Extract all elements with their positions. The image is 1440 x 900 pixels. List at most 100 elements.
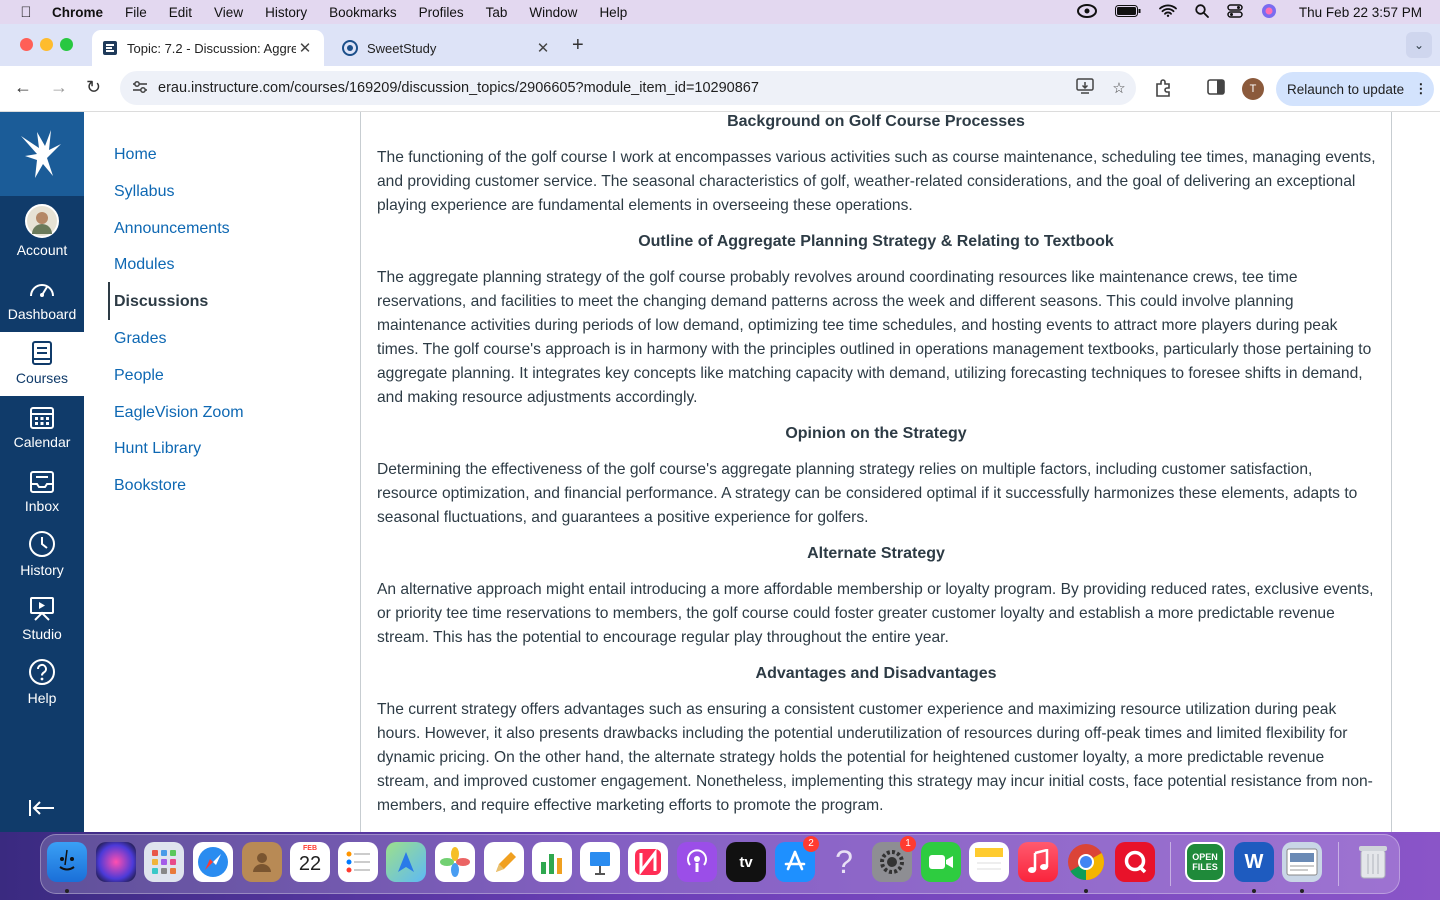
window-zoom-button[interactable] — [60, 38, 73, 51]
apple-tv-label: tv — [739, 853, 753, 871]
course-nav-bookstore[interactable]: Bookstore — [114, 477, 186, 495]
menu-window[interactable]: Window — [518, 5, 588, 20]
wifi-icon[interactable] — [1159, 4, 1177, 20]
url-text[interactable]: erau.instructure.com/courses/169209/disc… — [158, 80, 1068, 96]
forward-arrow-icon[interactable]: → — [50, 77, 68, 98]
section-heading: Alternate Strategy — [807, 545, 945, 562]
news-icon[interactable] — [628, 842, 668, 882]
keynote-icon[interactable] — [580, 842, 620, 882]
chrome-app-icon[interactable] — [1066, 842, 1106, 882]
numbers-icon[interactable] — [532, 842, 572, 882]
tab-close-icon[interactable]: ✕ — [296, 39, 314, 57]
menu-history[interactable]: History — [254, 5, 318, 20]
global-nav-help[interactable]: Help — [0, 652, 84, 716]
safari-icon[interactable] — [193, 842, 233, 882]
podcasts-icon[interactable] — [677, 842, 717, 882]
section-heading: Advantages and Disadvantages — [755, 665, 997, 682]
global-nav-label: Help — [27, 690, 57, 706]
global-nav-account[interactable]: Account — [0, 204, 84, 268]
tab-close-icon[interactable]: ✕ — [534, 39, 552, 57]
new-tab-icon[interactable]: + — [572, 34, 584, 57]
erau-eagle-logo[interactable] — [0, 112, 84, 196]
tab-search-chevron-down-icon[interactable]: ⌄ — [1406, 32, 1432, 58]
course-nav-syllabus[interactable]: Syllabus — [114, 183, 174, 201]
launchpad-icon[interactable] — [144, 842, 184, 882]
menu-profiles[interactable]: Profiles — [408, 5, 475, 20]
menu-edit[interactable]: Edit — [158, 5, 203, 20]
course-nav-home[interactable]: Home — [114, 146, 157, 164]
document-thumbnail-icon[interactable] — [1282, 842, 1322, 882]
creative-cloud-icon[interactable] — [1076, 3, 1097, 21]
siri-icon[interactable] — [1261, 3, 1277, 22]
open-files-icon[interactable]: OPEN FILES — [1185, 842, 1225, 882]
profile-avatar[interactable]: T — [1242, 78, 1264, 100]
tab-title: SweetStudy — [367, 40, 437, 56]
menu-bookmarks[interactable]: Bookmarks — [318, 5, 408, 20]
reload-icon[interactable]: ↻ — [86, 77, 101, 98]
bookmark-star-icon[interactable]: ☆ — [1102, 79, 1136, 97]
course-nav-modules[interactable]: Modules — [114, 256, 174, 274]
course-nav-discussions[interactable]: Discussions — [114, 293, 208, 311]
notes-icon[interactable] — [969, 842, 1009, 882]
global-nav-studio[interactable]: Studio — [0, 588, 84, 652]
apple-tv-icon[interactable]: tv — [726, 842, 766, 882]
global-nav-label: Calendar — [13, 434, 71, 450]
tab-sweetstudy[interactable]: SweetStudy ✕ — [332, 30, 562, 66]
menubar-clock[interactable]: Thu Feb 22 3:57 PM — [1299, 5, 1422, 20]
trash-icon[interactable] — [1353, 842, 1393, 882]
install-app-icon[interactable] — [1068, 78, 1102, 98]
avatar-icon — [25, 204, 59, 238]
chrome-menu-icon[interactable]: ⋮ — [1414, 81, 1428, 97]
menu-help[interactable]: Help — [588, 5, 638, 20]
control-center-icon[interactable] — [1227, 3, 1243, 21]
course-nav-hunt-library[interactable]: Hunt Library — [114, 440, 201, 458]
global-nav-courses[interactable]: Courses — [0, 332, 84, 396]
course-nav-people[interactable]: People — [114, 367, 164, 385]
system-settings-gear-icon[interactable]: 1 — [872, 836, 916, 882]
quip-icon[interactable] — [1115, 842, 1155, 882]
pages-pencil-icon[interactable] — [484, 842, 524, 882]
microsoft-word-icon[interactable]: W — [1234, 842, 1274, 882]
siri-app-icon[interactable] — [96, 842, 136, 882]
contacts-icon[interactable] — [242, 842, 282, 882]
maps-icon[interactable] — [386, 842, 426, 882]
course-nav-announcements[interactable]: Announcements — [114, 220, 230, 238]
battery-icon[interactable] — [1114, 4, 1141, 20]
address-bar[interactable]: erau.instructure.com/courses/169209/disc… — [120, 71, 1136, 105]
global-nav-dashboard[interactable]: Dashboard — [0, 268, 84, 332]
back-arrow-icon[interactable]: ← — [14, 77, 32, 98]
course-nav-grades[interactable]: Grades — [114, 330, 166, 348]
facetime-icon[interactable] — [921, 842, 961, 882]
menu-tab[interactable]: Tab — [475, 5, 519, 20]
side-panel-icon[interactable] — [1207, 78, 1225, 101]
course-nav-eaglevision-zoom[interactable]: EagleVision Zoom — [114, 404, 244, 422]
tab-discussion[interactable]: Topic: 7.2 - Discussion: Aggre ✕ — [92, 30, 324, 66]
section-paragraph: Determining the effectiveness of the gol… — [377, 461, 1358, 526]
global-nav-history[interactable]: History — [0, 524, 84, 588]
spotlight-search-icon[interactable] — [1195, 3, 1209, 21]
extensions-puzzle-icon[interactable] — [1153, 78, 1173, 103]
menu-app-chrome[interactable]: Chrome — [52, 5, 114, 20]
window-minimize-button[interactable] — [40, 38, 53, 51]
site-info-icon[interactable] — [132, 80, 150, 97]
reminders-icon[interactable] — [338, 842, 378, 882]
help-question-icon[interactable]: ? — [824, 842, 864, 882]
finder-icon[interactable] — [47, 842, 87, 882]
photos-icon[interactable] — [435, 842, 475, 882]
global-nav-label: Studio — [22, 626, 62, 642]
inbox-icon — [0, 460, 84, 494]
global-nav-calendar[interactable]: Calendar — [0, 396, 84, 460]
menu-view[interactable]: View — [203, 5, 254, 20]
apple-menu-icon[interactable]:  — [0, 4, 52, 21]
global-nav-inbox[interactable]: Inbox — [0, 460, 84, 524]
music-icon[interactable] — [1018, 842, 1058, 882]
app-store-icon[interactable]: 2 — [775, 836, 819, 882]
menu-file[interactable]: File — [114, 5, 158, 20]
window-close-button[interactable] — [20, 38, 33, 51]
help-glyph: ? — [835, 843, 853, 880]
section-paragraph: The current strategy offers advantages s… — [377, 701, 1373, 814]
collapse-nav-icon[interactable] — [28, 798, 56, 824]
relaunch-to-update-button[interactable]: Relaunch to update ⋮ — [1276, 72, 1434, 106]
calendar-app-icon[interactable]: FEB 22 — [290, 842, 330, 882]
section-paragraph: An alternative approach might entail int… — [377, 581, 1374, 646]
